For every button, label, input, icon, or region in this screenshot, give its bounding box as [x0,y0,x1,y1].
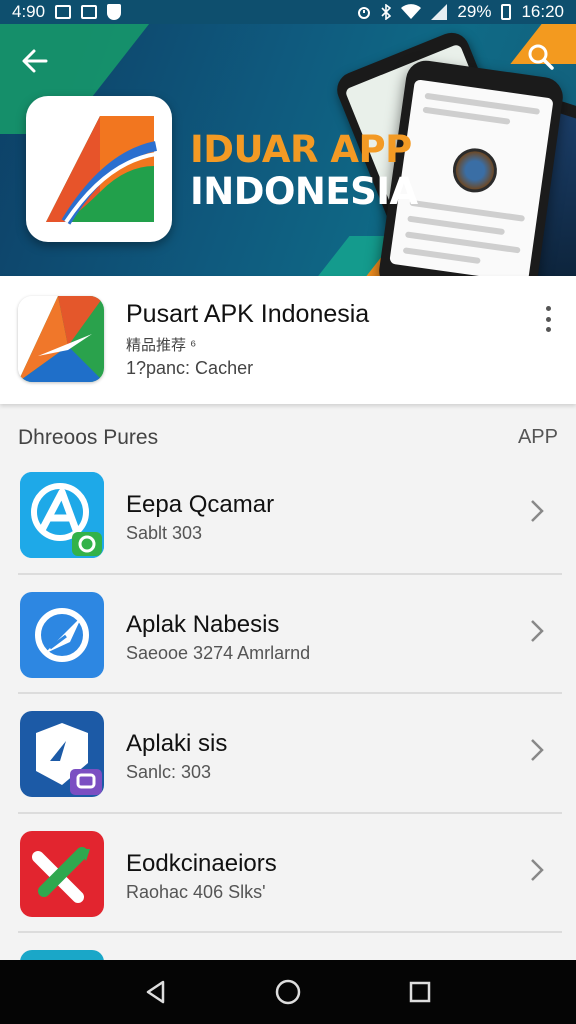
system-nav-bar [0,960,576,1024]
bluetooth-icon [381,4,392,20]
shield-icon [107,4,122,20]
app-meta: Sablt 303 [126,523,203,543]
chevron-right-icon [531,739,544,761]
app-name: Aplaki sis [126,730,228,757]
featured-app-subtitle: 精品推荐 ⁶ [126,337,197,354]
status-right: 29% 16:20 [357,2,564,22]
more-options-button[interactable] [538,304,558,334]
featured-app-name: Pusart APK Indonesia [126,300,370,328]
app-meta: Sanlc: 303 [126,762,212,782]
banner-title: IDUAR APP INDONESIA [190,129,418,213]
arrow-left-icon [22,49,48,73]
app-name: Aplak Nabesis [126,610,280,638]
battery-icon [501,4,512,20]
status-time-right: 16:20 [521,2,564,21]
mail-icon [81,5,98,19]
app-name: Eepa Qcamar [126,491,275,518]
shield-box-icon [20,711,104,797]
list-item[interactable]: Aplaki sis Sanlc: 303 [0,694,576,814]
chevron-right-icon [531,500,544,522]
app-meta: Saeooe 3274 Amrlarnd [126,642,311,663]
circle-home-icon [275,979,301,1005]
chevron-right-icon [531,619,544,642]
list-item[interactable]: Eodkcinaeiors Raohac 406 Slks' [0,814,576,933]
search-icon [528,44,554,70]
search-button[interactable] [526,42,562,78]
battery-percent: 29% [457,2,492,21]
chevron-right-icon [531,858,544,881]
cross-tools-icon [20,830,104,917]
compass-arrow-icon [20,591,104,678]
square-recents-icon [409,981,431,1003]
featured-app-icon [18,296,104,382]
back-button[interactable] [20,46,56,82]
app-name: Eodkcinaeiors [126,849,277,877]
alarm-icon [358,7,371,19]
paper-plane-a-icon [20,472,104,558]
banner-title-line2: INDONESIA [190,170,418,213]
status-bar: 4:90 29% 16:20 [0,0,576,24]
featured-app-detail: 1?panc: Cacher [126,358,254,378]
nav-back-button[interactable] [141,977,171,1007]
banner-title-line1: IDUAR APP [190,128,412,171]
gallery-icon [55,5,72,19]
section-action-link[interactable]: APP [518,426,558,449]
featured-app-card[interactable]: Pusart APK Indonesia 精品推荐 ⁶ 1?panc: Cach… [0,276,576,404]
more-vertical-icon [545,306,551,311]
triangle-back-icon [146,980,165,1004]
list-item[interactable]: Eepa Qcamar Sablt 303 [0,455,576,575]
app-logo-icon [46,116,158,225]
nav-recents-button[interactable] [405,977,435,1007]
nav-home-button[interactable] [273,977,303,1007]
app-logo-icon [18,296,104,382]
app-meta: Raohac 406 Slks' [126,881,266,902]
list-item[interactable]: Aplak Nabesis Saeooe 3274 Amrlarnd [0,575,576,694]
wifi-icon [401,4,422,19]
signal-icon [431,4,448,20]
section-title: Dhreoos Pures [18,426,159,449]
app-screen: 4:90 29% 16:20 IDUAR APP INDONESIA Pusar… [0,0,576,1024]
status-time-left: 4:90 [12,2,46,21]
status-left: 4:90 [12,2,122,22]
hero-banner: IDUAR APP INDONESIA [0,24,576,276]
app-logo [26,96,172,242]
app-list: Eepa Qcamar Sablt 303 Aplak Nabesis Saeo… [0,455,576,990]
